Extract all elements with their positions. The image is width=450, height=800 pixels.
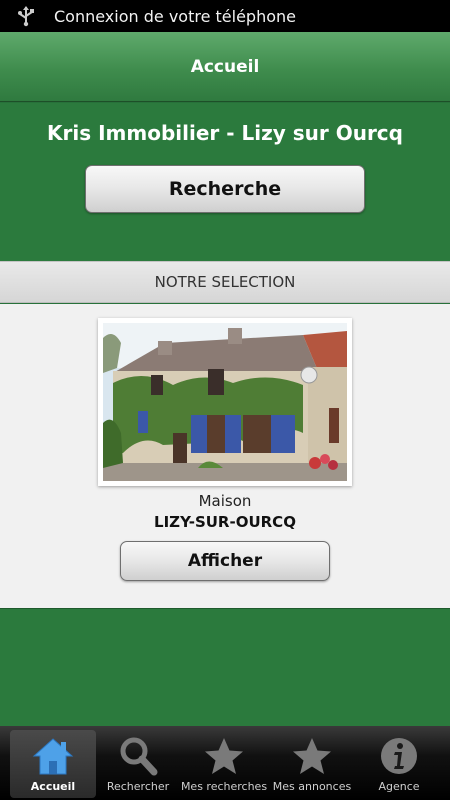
search-button-label: Recherche [168,178,282,200]
star-icon [203,734,245,778]
house-photo[interactable] [98,318,352,486]
tab-label: Rechercher [106,780,170,793]
listing-type: Maison [198,492,252,510]
selection-header-label: NOTRE SELECTION [154,273,296,291]
tab-bar: Accueil Rechercher Mes recherches Mes an… [0,726,450,800]
tab-rechercher[interactable]: Rechercher [96,726,180,800]
agency-section: Kris Immobilier - Lizy sur Ourcq Recherc… [0,103,450,261]
content-background [0,608,450,726]
tab-accueil[interactable]: Accueil [10,730,96,798]
tab-mes-annonces[interactable]: Mes annonces [268,726,356,800]
listing-city: LIZY-SUR-OURCQ [154,513,296,531]
info-icon [378,734,420,778]
tab-mes-recherches[interactable]: Mes recherches [180,726,268,800]
agency-name: Kris Immobilier - Lizy sur Ourcq [47,121,403,145]
listing-card: Maison LIZY-SUR-OURCQ Afficher [0,304,450,608]
show-button[interactable]: Afficher [120,541,330,581]
show-button-label: Afficher [187,551,263,571]
page-title: Accueil [190,56,260,77]
tab-agence[interactable]: Agence [356,726,442,800]
status-text: Connexion de votre téléphone [54,6,296,26]
star-icon [291,734,333,778]
search-button[interactable]: Recherche [85,165,365,213]
magnifier-icon [117,734,159,778]
tab-label: Accueil [30,780,76,793]
usb-icon [14,5,38,27]
tab-label: Mes annonces [272,780,352,793]
home-icon [32,734,74,778]
tab-label: Mes recherches [180,780,268,793]
title-bar: Accueil [0,32,450,102]
status-bar: Connexion de votre téléphone [0,0,450,32]
selection-header: NOTRE SELECTION [0,261,450,303]
tab-label: Agence [378,780,420,793]
